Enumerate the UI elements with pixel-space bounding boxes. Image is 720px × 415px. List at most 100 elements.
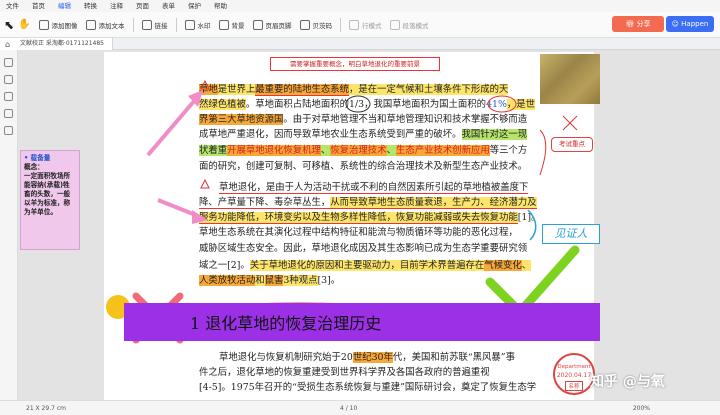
menu-home[interactable]: 首页	[32, 0, 45, 12]
text-box-annotation[interactable]: 需要掌握重要概念，明白草地退化的重要前景	[270, 57, 440, 71]
text-segment: 草地退化，是由于人为活动干扰或不利的自然因素所引起的草地植被盖度下	[219, 182, 529, 194]
callout-annotation[interactable]: 考试重点	[551, 137, 593, 152]
sticky-body: 一定面积牧场所能容纳(承载)牲畜的头数，一般以羊为标准，称为羊单位。	[24, 172, 71, 216]
paragraph-mode-toggle[interactable]: 段落模式	[389, 19, 429, 30]
text-line: 成草地严重退化，因而导致草地农业生态系统受到严重的破坏。我国针对这一现	[199, 128, 528, 142]
text-segment: 。	[330, 275, 341, 286]
menu-help[interactable]: 帮助	[214, 0, 227, 12]
menu-protect[interactable]: 保护	[188, 0, 201, 12]
text-segment: 代，美国和前苏联“黑风暴”事	[392, 352, 515, 363]
text-segment: 草地生态系统在其演化过程中结构特征和能流与物质循环等功能的恶化过程，	[199, 227, 518, 238]
menu-page[interactable]: 页面	[136, 0, 149, 12]
menu-comment[interactable]: 注释	[110, 0, 123, 12]
zoom-level[interactable]: 200%	[633, 405, 650, 412]
background-icon	[218, 19, 229, 30]
text-segment: 开展草地退化恢复机理	[227, 145, 321, 156]
add-text-button[interactable]: 添加文本	[85, 19, 125, 30]
text-line: 件之后，退化草地的恢复重建受到世界科学界及各国各政府的普遍重视	[199, 366, 490, 380]
user-button[interactable]: ☺ Happen	[666, 16, 714, 32]
text-segment: 草地	[199, 84, 218, 95]
left-sidebar	[0, 50, 18, 400]
grassland-image	[540, 54, 600, 104]
search-icon[interactable]	[4, 126, 13, 135]
text-segment: 降、产草量下降、毒杂草丛生，	[199, 197, 331, 209]
text-segment: [3]	[317, 275, 331, 286]
home-icon[interactable]: ⌂	[5, 40, 10, 49]
watermark-button[interactable]: 水印	[184, 19, 211, 30]
text-line: [4-5]。1975年召开的“受损生态系统恢复与重建”国际研讨会，奠定了恢复生态…	[199, 381, 536, 395]
text-segment: 等三个方	[489, 145, 528, 156]
watermark-text: 知乎 @与氧	[590, 374, 665, 390]
text-line: 然绿色植被。草地面积占陆地面积的1/3，我国草地面积为国土面积的41%，是世	[199, 98, 535, 112]
text-segment: [1]	[517, 212, 532, 223]
text-segment: 、	[521, 260, 532, 271]
select-cursor-icon[interactable]: ⬉	[4, 18, 14, 32]
status-bar: 21 X 29.7 cm 4 / 10 200%	[0, 400, 720, 415]
bates-button[interactable]: 贝茨码	[299, 19, 332, 30]
text-segment: [2]	[227, 260, 241, 271]
document-tab-strip: 文献校正 采淘都·0171121485	[0, 37, 720, 50]
document-page[interactable]: 草地是世界上最重要的陆地生态系统，是在一定气候和土壤条件下形成的天 然绿色植被。草…	[104, 52, 594, 402]
watermark-icon	[184, 19, 195, 30]
text-segment: 生态产业技术创新应用	[395, 145, 490, 156]
gift-icon: 🎁︎	[625, 20, 637, 28]
text-segment: 和	[255, 275, 265, 286]
menu-edit[interactable]: 编辑	[58, 0, 71, 13]
stamp-department: Department	[557, 364, 591, 370]
text-segment: 。草地面积占陆地面积的	[245, 99, 350, 110]
text-segment: 人类放牧活动	[199, 275, 256, 286]
link-button[interactable]: 链接	[141, 19, 168, 30]
text-segment: ，我国草地面积为国土面积的	[364, 99, 487, 110]
text-segment: 。	[531, 212, 541, 223]
checkbox-icon	[389, 19, 400, 30]
page-indicator[interactable]: 4 / 10	[340, 405, 357, 412]
text-segment: 41%	[486, 99, 507, 110]
image-icon	[38, 19, 49, 30]
text-segment: 。1975年召开的“受损生态系统恢复与重建”国际研讨会，奠定了恢复生态学	[221, 382, 537, 393]
text-line: 草地退化，是由于人为活动干扰或不利的自然因素所引起的草地植被盖度下	[219, 181, 529, 195]
thumbnails-icon[interactable]	[4, 58, 13, 67]
toolbar-divider	[132, 17, 134, 32]
date-stamp[interactable]: Department 2020.04.17 名称	[553, 353, 595, 395]
text-segment: 面的研究，创建可复制、可移植、系统性的综合治理技术及新型生态产业技术。	[199, 161, 528, 172]
text-segment: 域之一	[199, 260, 228, 271]
text-segment: 状着重	[199, 145, 228, 156]
sticky-note[interactable]: • 载备量 概念： 一定面积牧场所能容纳(承载)牲畜的头数，一般以羊为标准，称为…	[20, 150, 80, 250]
section-title: 1 退化草地的恢复治理历史	[190, 314, 382, 333]
header-footer-icon	[252, 19, 263, 30]
bookmark-icon[interactable]	[4, 75, 13, 84]
text-segment: [4-5]	[199, 382, 222, 393]
stamp-date: 2020.04.17	[556, 372, 592, 379]
header-footer-button[interactable]: 页眉页脚	[252, 19, 292, 30]
hand-tool-icon[interactable]: ✋	[18, 19, 30, 30]
text-segment: 关于草地退化的原因和主要驱动力，目前学术界普遍存在	[249, 260, 485, 271]
attachment-icon[interactable]	[4, 109, 13, 118]
line-mode-toggle[interactable]: 行模式	[349, 19, 382, 30]
text-segment: 服务功能降低，环境变劣以及生物多样性降低，恢复功能减弱或失去恢复功能	[199, 212, 518, 224]
text-icon	[85, 19, 96, 30]
background-button[interactable]: 背景	[218, 19, 245, 30]
witness-annotation[interactable]: 见证人	[542, 224, 600, 244]
menu-bar: 文件 首页 编辑 转换 注释 页面 表单 保护 帮助	[0, 0, 720, 13]
text-line: 人类放牧活动和鼠害3种观点[3]。	[199, 274, 340, 288]
text-line: 草地退化与恢复机制研究始于20世纪30年代，美国和前苏联“黑风暴”事	[219, 351, 515, 365]
text-segment: 恢复治理技术	[330, 145, 387, 156]
sticky-sub: 概念：	[24, 163, 44, 171]
text-segment: 。由于对草地管理不当和草地管理知识和技术掌握不够而造	[283, 114, 528, 125]
add-image-button[interactable]: 添加图像	[38, 19, 78, 30]
share-button[interactable]: 🎁︎ 分享	[612, 16, 664, 32]
menu-form[interactable]: 表单	[162, 0, 175, 12]
menu-convert[interactable]: 转换	[84, 0, 97, 12]
text-segment: 鼠害	[264, 275, 284, 286]
tab-document[interactable]: 文献校正 采淘都·0171121485	[0, 37, 113, 50]
menu-file[interactable]: 文件	[6, 0, 19, 12]
text-line: 面的研究，创建可复制、可移植、系统性的综合治理技术及新型生态产业技术。	[199, 160, 527, 174]
text-segment: 。	[240, 260, 250, 271]
text-segment: 界第三大草地资源国	[199, 114, 284, 125]
comment-icon[interactable]	[4, 92, 13, 101]
text-segment: 从而导致草地生态质量衰退，生产力、经济潜力及	[330, 197, 537, 209]
toolbar-divider	[175, 17, 177, 32]
user-icon: ☺	[671, 20, 682, 28]
text-segment: ，是在一定气候和土壤条件下形成的天	[349, 84, 509, 95]
text-segment: 然绿色植被	[199, 99, 246, 110]
